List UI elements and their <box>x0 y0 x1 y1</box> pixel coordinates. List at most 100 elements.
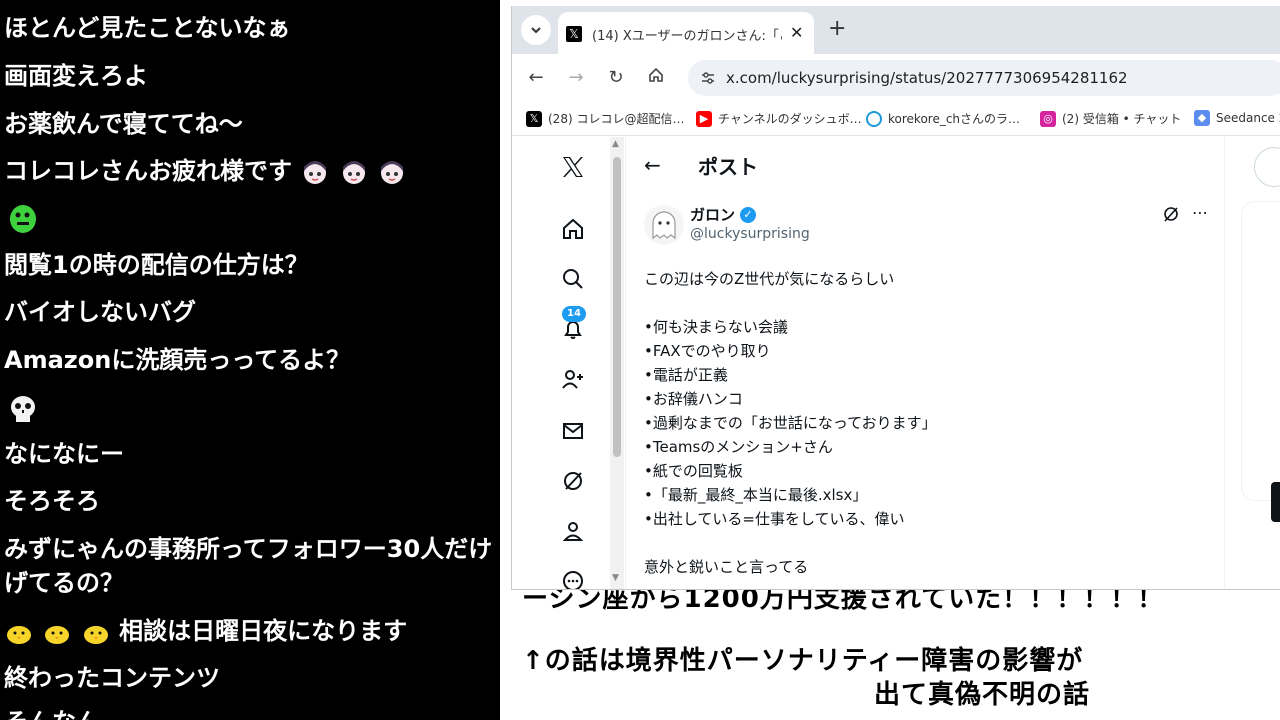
home-button[interactable] <box>644 66 668 90</box>
sidebar-card <box>1241 201 1280 501</box>
nav-more[interactable] <box>557 565 589 589</box>
chat-message: げてるの？ <box>4 569 124 597</box>
author-handle[interactable]: @luckysurprising <box>690 226 810 242</box>
back-button[interactable]: ← <box>524 66 548 90</box>
nav-profile[interactable] <box>557 515 589 547</box>
scrollbar-thumb[interactable] <box>613 157 621 457</box>
grok-icon[interactable] <box>1162 205 1180 227</box>
youtube-icon: ▶ <box>696 110 712 127</box>
browser-tab[interactable]: 𝕏 (14) Xユーザーのガロンさん:「この辺は ✕ <box>558 12 814 54</box>
post-line: •「最新_最終_本当に最後.xlsx」 <box>644 486 868 504</box>
post-line: この辺は今のZ世代が気になるらしい <box>644 270 895 288</box>
post-line: •何も決まらない会議 <box>644 318 788 336</box>
browser-window: 𝕏 (14) Xユーザーのガロンさん:「この辺は ✕ + ← → ↻ x.com… <box>511 6 1280 590</box>
bookmark-item[interactable]: korekore_chさんのラ… <box>866 110 1020 127</box>
chevron-down-icon <box>531 27 541 34</box>
post-column: ← ポスト ガロン ✓ @luckysurprising ⋯ この辺は今のZ世代… <box>625 137 1225 589</box>
verified-badge-icon: ✓ <box>740 207 756 223</box>
yellow-chick-emote-icon <box>45 626 70 644</box>
chat-message-text: コレコレさんお疲れ様です <box>4 157 292 185</box>
post-line: •過剰なまでの「お世話になっております」 <box>644 414 937 432</box>
nav-messages[interactable] <box>557 415 589 447</box>
stream-caption-line2: 出て真偽不明の話 <box>874 680 1091 710</box>
scroll-down-icon[interactable]: ▼ <box>612 573 619 583</box>
nav-follow[interactable] <box>557 363 589 395</box>
post-line: 意外と鋭いこと言ってる <box>644 558 809 576</box>
tab-strip: 𝕏 (14) Xユーザーのガロンさん:「この辺は ✕ + <box>512 6 1280 54</box>
x-logo-icon: 𝕏 <box>566 26 582 42</box>
bookmark-label: Seedance 2 <box>1216 111 1280 125</box>
post-line: •電話が正義 <box>644 366 728 384</box>
x-logo-button[interactable] <box>557 151 589 183</box>
search-icon <box>563 269 583 289</box>
tune-icon <box>702 72 714 84</box>
chat-message: バイオしないバグ <box>4 298 196 326</box>
search-button[interactable] <box>1254 147 1280 187</box>
avatar[interactable] <box>644 205 684 245</box>
chat-message: お薬飲んで寝ててね〜 <box>4 110 243 138</box>
more-options-icon[interactable]: ⋯ <box>1192 203 1208 222</box>
page-title: ポスト <box>698 155 758 179</box>
post-line: •Teamsのメンション+さん <box>644 438 833 456</box>
chat-panel: ほとんど見たことないなぁ 画面変えろよ お薬飲んで寝ててね〜 コレコレさんお疲れ… <box>0 0 500 720</box>
chat-message: 画面変えろよ <box>4 62 148 90</box>
sidebar-pill[interactable] <box>1271 482 1280 522</box>
post-body: この辺は今のZ世代が気になるらしい •何も決まらない会議 •FAXでのやり取り … <box>644 267 1204 579</box>
bookmark-item[interactable]: 𝕏 (28) コレコレ@超配信… <box>526 110 684 127</box>
home-icon <box>649 67 663 82</box>
twitcasting-icon <box>866 110 882 127</box>
post-line <box>644 531 1204 555</box>
scroll-up-icon[interactable]: ▲ <box>612 139 619 149</box>
post-line: •出社している=仕事をしている、偉い <box>644 510 905 528</box>
page-scrollbar[interactable]: ▲ ▼ <box>610 137 624 589</box>
bookmarks-bar: 𝕏 (28) コレコレ@超配信… ▶ チャンネルのダッシュボ… korekore_c… <box>512 102 1280 136</box>
chat-message: 終わったコンテンツ <box>4 664 220 692</box>
nav-grok[interactable] <box>557 465 589 497</box>
back-arrow-icon[interactable]: ← <box>644 153 661 177</box>
x-page: ▲ ▼ ← ポスト ガロン ✓ @luckysurprising ⋯ この辺は今… <box>512 137 1280 589</box>
right-sidebar <box>1226 137 1280 589</box>
tab-search-button[interactable] <box>521 15 551 45</box>
site-info-button[interactable] <box>696 66 720 90</box>
bookmark-item[interactable]: ▶ チャンネルのダッシュボ… <box>696 110 862 127</box>
mail-icon <box>563 423 583 439</box>
bookmark-label: チャンネルのダッシュボ… <box>718 112 862 126</box>
chat-message-text: 相談は日曜日夜になります <box>119 617 408 645</box>
notification-count-badge: 14 <box>562 306 586 322</box>
post-line: •紙での回覧板 <box>644 462 743 480</box>
girl-emote-icon <box>342 161 365 184</box>
bookmark-label: (2) 受信箱 • チャット <box>1062 112 1182 126</box>
chat-message: そろそろ <box>4 487 100 515</box>
x-icon: 𝕏 <box>526 110 542 127</box>
address-bar[interactable]: x.com/luckysurprising/status/20277773069… <box>688 60 1280 96</box>
skull-stamp-icon <box>11 396 35 422</box>
post-line: •お辞儀ハンコ <box>644 390 743 408</box>
bookmark-item[interactable]: ◆ Seedance 2 <box>1194 110 1280 126</box>
chat-message: みずにゃんの事務所ってフォロワー30人だけ <box>4 535 493 563</box>
bookmark-label: korekore_chさんのラ… <box>888 112 1021 126</box>
seedance-icon: ◆ <box>1194 110 1210 126</box>
chat-message: 閲覧1の時の配信の仕方は？ <box>4 251 309 279</box>
green-blob-stamp-icon <box>10 205 36 233</box>
girl-emote-icon <box>381 161 404 184</box>
browser-toolbar: ← → ↻ x.com/luckysurprising/status/20277… <box>512 54 1280 102</box>
chat-message: ほとんど見たことないなぁ <box>4 14 291 42</box>
author-name[interactable]: ガロン <box>690 204 735 225</box>
close-icon[interactable]: ✕ <box>790 23 803 42</box>
x-sidebar-nav <box>542 137 612 589</box>
chat-message-with-emotes: コレコレさんお疲れ様です <box>4 156 407 187</box>
bookmark-item[interactable]: ◎ (2) 受信箱 • チャット <box>1040 110 1181 127</box>
nav-home[interactable] <box>557 213 589 245</box>
post-line <box>644 291 1204 315</box>
bookmark-label: (28) コレコレ@超配信… <box>548 112 685 126</box>
chat-message: Amazonに洗顔売っってるよ？ <box>4 346 351 374</box>
yellow-chick-emote-icon <box>83 626 108 644</box>
post-header: ← ポスト <box>626 137 1224 193</box>
forward-button[interactable]: → <box>564 66 588 90</box>
ghost-avatar-icon <box>652 211 676 240</box>
new-tab-button[interactable]: + <box>828 16 846 41</box>
x-logo-icon <box>563 157 583 177</box>
girl-emote-icon <box>304 161 327 184</box>
reload-button[interactable]: ↻ <box>604 66 628 90</box>
nav-explore[interactable] <box>557 263 589 295</box>
